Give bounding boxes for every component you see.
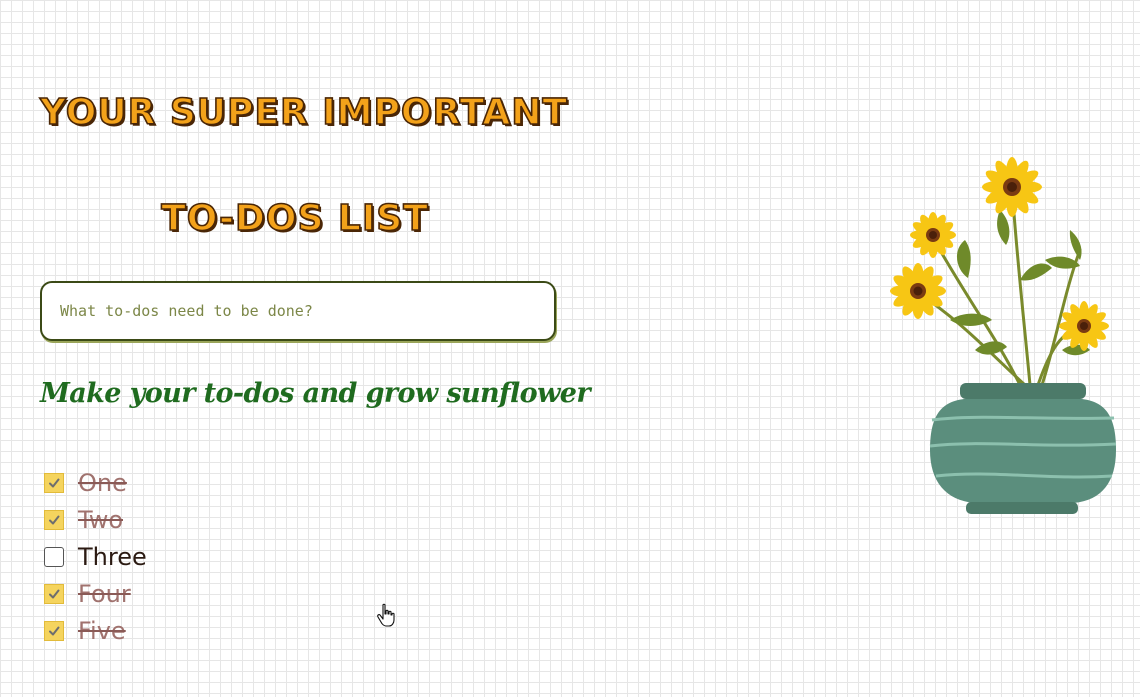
sunflower-icon: [910, 212, 956, 258]
sunflower-icon: [890, 263, 946, 319]
todo-label: Five: [78, 616, 126, 645]
check-icon: [49, 515, 60, 524]
todo-checkbox[interactable]: [44, 509, 64, 530]
check-icon: [49, 626, 60, 635]
page-title-line-1: YOUR SUPER IMPORTANT: [39, 91, 568, 134]
vase-icon: [929, 383, 1117, 514]
check-icon: [49, 589, 60, 598]
todo-checkbox[interactable]: [44, 472, 64, 493]
sunflower-icon: [982, 157, 1042, 217]
todo-item[interactable]: One: [44, 464, 147, 501]
todo-checkbox[interactable]: [44, 583, 64, 604]
sunflower-icon: [1059, 301, 1109, 351]
todo-checkbox[interactable]: [44, 620, 64, 641]
todo-label: One: [78, 468, 127, 497]
todo-item[interactable]: Two: [44, 501, 147, 538]
subtitle: Make your to-dos and grow sunflower: [40, 378, 591, 409]
todo-checkbox[interactable]: [44, 546, 64, 567]
sunflower-vase-illustration: [890, 157, 1117, 514]
check-icon: [49, 478, 60, 487]
todo-label: Three: [78, 542, 147, 571]
todo-item[interactable]: Four: [44, 575, 147, 612]
todo-item[interactable]: Five: [44, 612, 147, 649]
hand-pointer-cursor-icon: [377, 603, 395, 627]
todo-input-container: [40, 281, 556, 341]
todo-list: One Two Three Four Five: [44, 464, 147, 649]
todo-input[interactable]: [42, 283, 554, 339]
todo-item[interactable]: Three: [44, 538, 147, 575]
todo-label: Four: [78, 579, 131, 608]
todo-label: Two: [78, 505, 123, 534]
page-title-line-2: TO-DOS LIST: [160, 197, 429, 240]
